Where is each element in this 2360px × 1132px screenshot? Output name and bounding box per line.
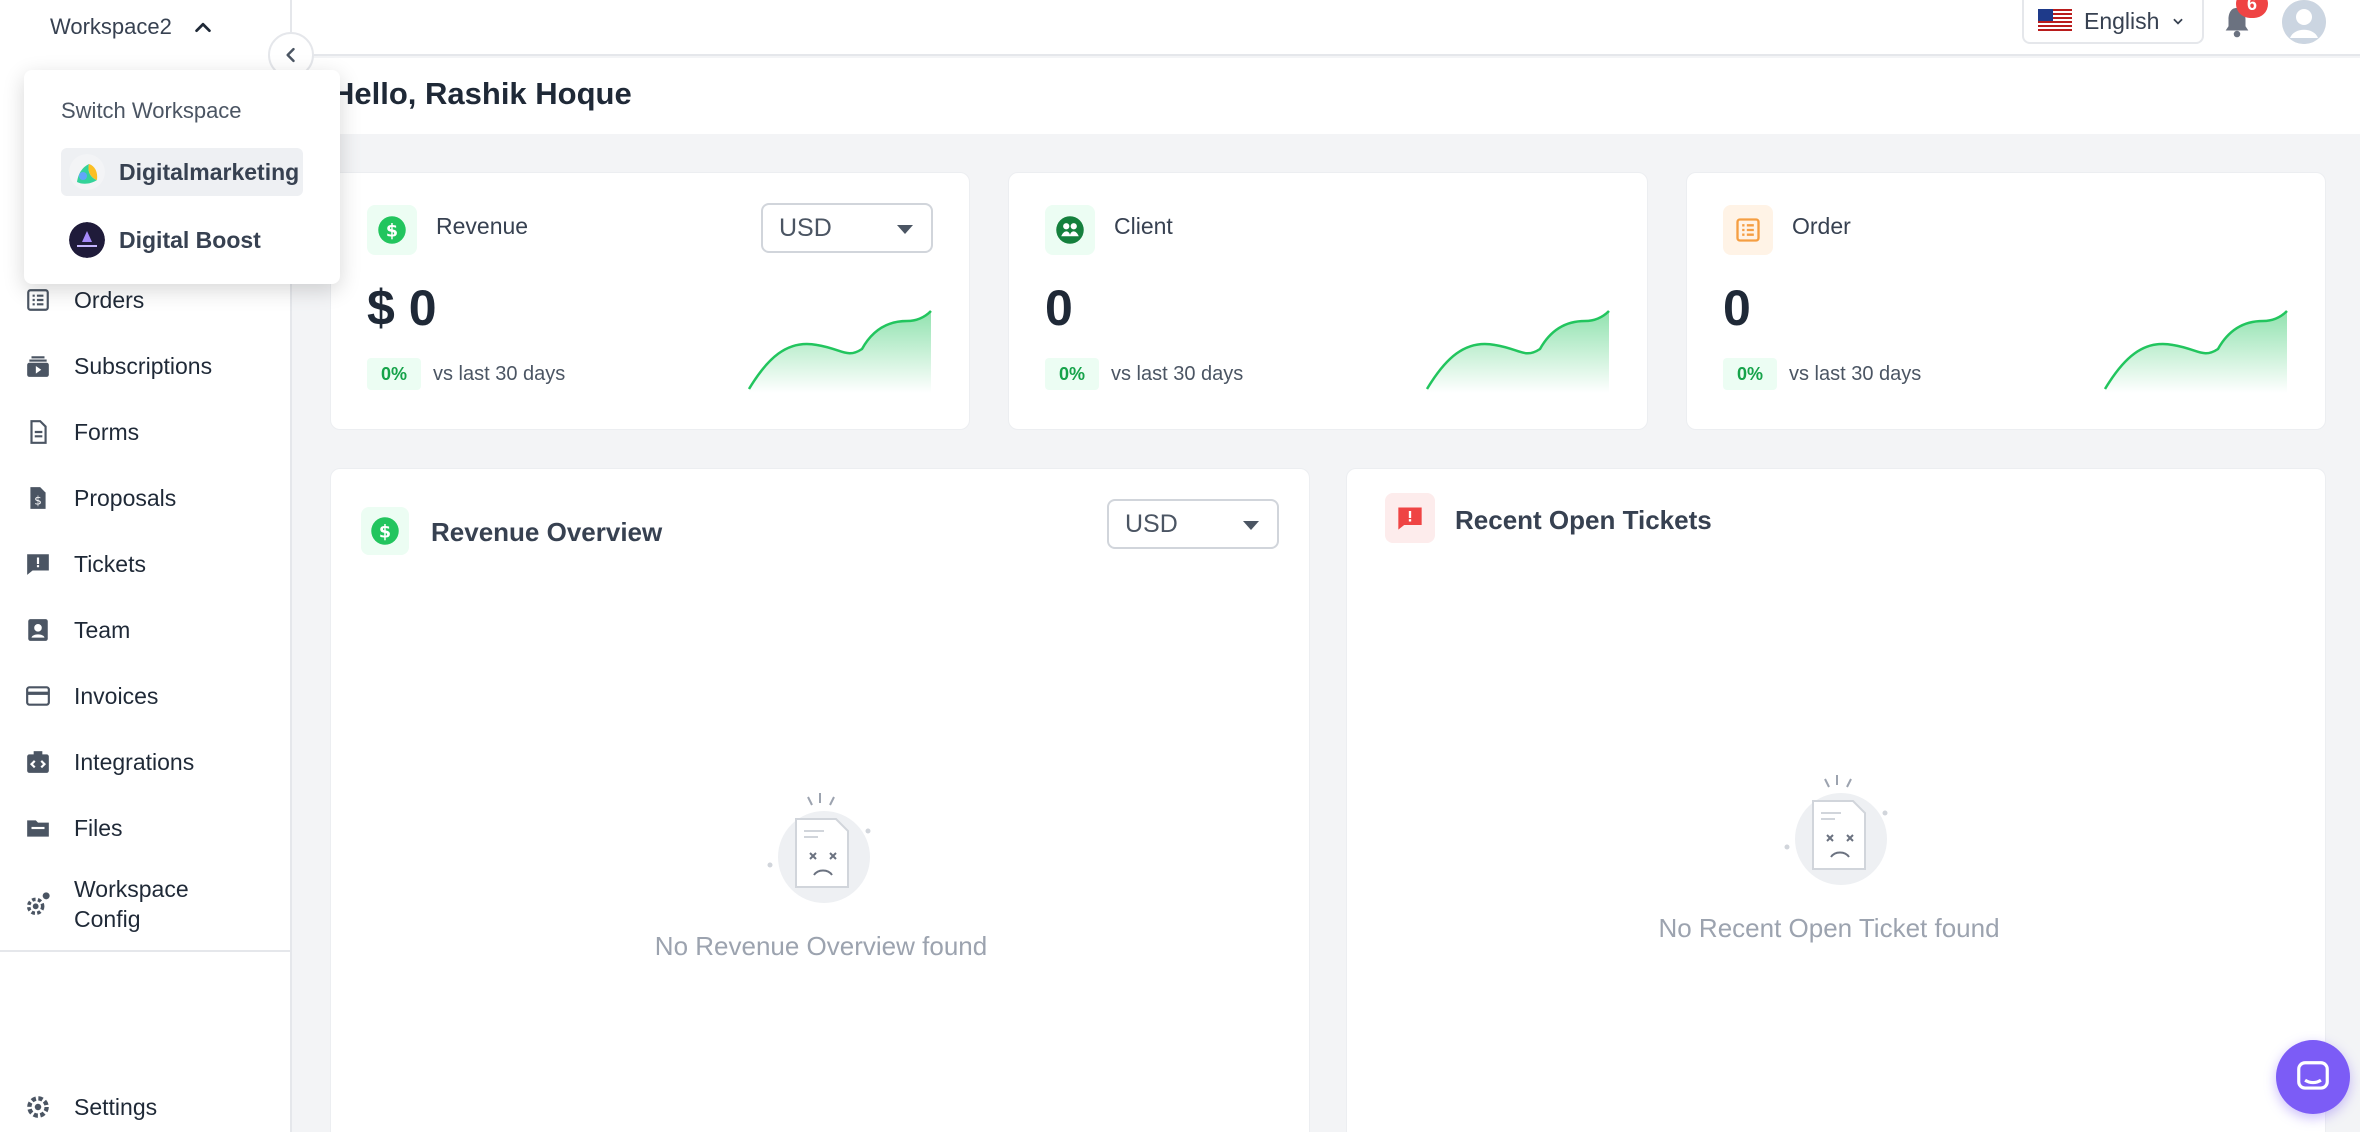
currency-select[interactable]: USD <box>1107 499 1279 549</box>
empty-state-illustration-icon <box>1784 775 1888 885</box>
chat-icon <box>2297 1061 2329 1090</box>
sidebar-item-label: Forms <box>74 419 140 445</box>
subscriptions-icon <box>24 352 52 380</box>
gear-icon <box>24 1093 52 1121</box>
sidebar-item-subscriptions[interactable]: Subscriptions <box>24 346 212 386</box>
sparkline-chart <box>1425 310 1610 393</box>
sidebar-item-files[interactable]: Files <box>24 808 123 848</box>
language-label: English <box>2084 7 2160 34</box>
stat-card-order: Order 0 0% vs last 30 days <box>1686 172 2326 430</box>
sidebar-item-label: Files <box>74 815 123 841</box>
user-avatar[interactable] <box>2282 0 2326 44</box>
svg-text:$: $ <box>34 494 42 508</box>
workspace-dropdown: Switch Workspace Digitalmarketing Digita… <box>24 70 340 284</box>
sidebar-item-settings[interactable]: Settings <box>24 1092 157 1122</box>
sidebar-item-forms[interactable]: Forms <box>24 412 139 452</box>
sidebar-divider <box>0 950 290 952</box>
stat-change-badge: 0% <box>1723 358 1777 390</box>
order-icon <box>1723 205 1773 255</box>
caret-down-icon <box>1243 521 1259 530</box>
panel-title: Recent Open Tickets <box>1455 505 1712 535</box>
workspace-option-digital-boost[interactable]: Digital Boost <box>61 216 303 264</box>
stat-change-badge: 0% <box>1045 358 1099 390</box>
stat-title: Order <box>1792 213 1851 239</box>
sparkline-chart <box>747 310 932 393</box>
switch-workspace-title: Switch Workspace <box>61 98 242 123</box>
workspace-switcher[interactable]: Workspace2 <box>50 14 214 40</box>
dollar-icon: $ <box>361 507 409 555</box>
chevron-down-icon <box>2173 18 2184 25</box>
stat-value: $ 0 <box>367 280 437 336</box>
gears-icon <box>24 890 52 918</box>
chat-support-button[interactable] <box>2276 1040 2350 1114</box>
svg-text:$: $ <box>386 221 398 241</box>
workspace-name: Workspace2 <box>50 14 172 39</box>
empty-state-text: No Recent Open Ticket found <box>1658 913 2000 943</box>
currency-select[interactable]: USD <box>761 203 933 253</box>
integrations-icon <box>24 748 52 776</box>
user-icon <box>2282 0 2326 44</box>
stat-compare-text: vs last 30 days <box>433 363 566 385</box>
sidebar-item-label: Orders <box>74 287 145 313</box>
workspace-option-label: Digitalmarketing <box>119 158 300 185</box>
stat-change-badge: 0% <box>367 358 421 390</box>
stat-value: 0 <box>1723 280 1751 336</box>
sidebar-item-tickets[interactable]: Tickets <box>24 544 146 584</box>
currency-value: USD <box>779 213 832 242</box>
workspace-option-label: Digital Boost <box>119 226 261 253</box>
stat-card-client: Client 0 0% vs last 30 days <box>1008 172 1648 430</box>
us-flag-icon <box>2038 9 2072 33</box>
stat-card-revenue: $ Revenue USD $ 0 0% vs last 30 days <box>330 172 970 430</box>
sidebar-item-label: Tickets <box>74 551 146 577</box>
currency-value: USD <box>1125 509 1178 538</box>
caret-down-icon <box>897 225 913 234</box>
empty-state-illustration-icon <box>767 793 871 903</box>
sparkline-chart <box>2103 310 2288 393</box>
workspace-logo-icon <box>69 154 105 190</box>
greeting-bar: Hello, Rashik Hoque <box>292 58 2360 134</box>
svg-text:$: $ <box>379 522 391 542</box>
ticket-icon <box>24 550 52 578</box>
sidebar-item-invoices[interactable]: Invoices <box>24 676 158 716</box>
stat-value: 0 <box>1045 280 1073 336</box>
document-icon <box>24 418 52 446</box>
list-icon <box>24 286 52 314</box>
settings-label: Settings <box>74 1094 158 1120</box>
sidebar-item-label: Subscriptions <box>74 353 213 379</box>
panel-title: Revenue Overview <box>431 517 663 547</box>
stat-compare-text: vs last 30 days <box>1111 363 1244 385</box>
team-icon <box>24 616 52 644</box>
card-icon <box>24 682 52 710</box>
sidebar-item-orders[interactable]: Orders <box>24 280 144 320</box>
revenue-overview-panel: $ Revenue Overview USD No Revenue Overvi… <box>330 468 1310 1132</box>
sidebar-item-label: Team <box>74 617 131 643</box>
dollar-icon: $ <box>367 205 417 255</box>
stat-compare-text: vs last 30 days <box>1789 363 1922 385</box>
stat-title: Client <box>1114 213 1173 239</box>
sidebar-item-workspace-config[interactable]: Workspace Config <box>24 874 234 938</box>
proposal-icon: $ <box>24 484 52 512</box>
chevron-left-icon <box>286 47 295 63</box>
language-selector[interactable]: English <box>2022 0 2204 44</box>
sidebar-item-label: Workspace Config <box>74 876 189 932</box>
sidebar-item-label: Invoices <box>74 683 159 709</box>
sidebar-item-integrations[interactable]: Integrations <box>24 742 194 782</box>
client-icon <box>1045 205 1095 255</box>
empty-state-text: No Revenue Overview found <box>654 931 988 961</box>
recent-tickets-panel: Recent Open Tickets No Recent Open Ticke… <box>1346 468 2326 1132</box>
chevron-up-icon <box>195 22 211 33</box>
sidebar-item-label: Proposals <box>74 485 177 511</box>
sidebar-item-label: Integrations <box>74 749 195 775</box>
folder-icon <box>24 814 52 842</box>
page-title: Hello, Rashik Hoque <box>332 76 632 111</box>
ticket-icon <box>1385 493 1435 543</box>
workspace-logo-icon <box>69 222 105 258</box>
stat-title: Revenue <box>436 213 529 239</box>
workspace-option-digitalmarketing[interactable]: Digitalmarketing <box>61 148 303 196</box>
sidebar-item-team[interactable]: Team <box>24 610 130 650</box>
sidebar-item-proposals[interactable]: $ Proposals <box>24 478 176 518</box>
